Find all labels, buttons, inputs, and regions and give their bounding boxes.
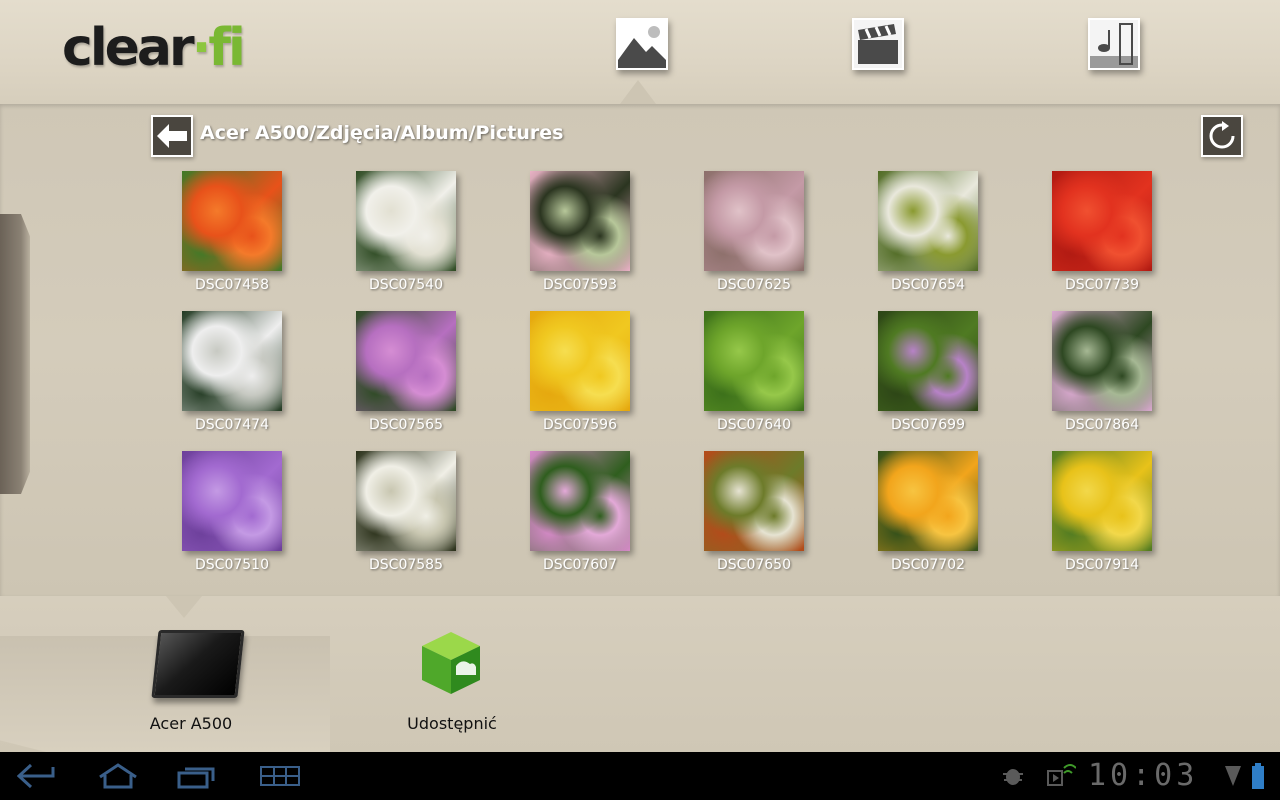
- thumbnail-label: DSC07654: [891, 277, 965, 293]
- share-cube-icon: [422, 632, 480, 694]
- thumbnail-label: DSC07702: [891, 557, 965, 573]
- photo-thumbnail[interactable]: DSC07540: [356, 171, 456, 293]
- thumbnail-label: DSC07640: [717, 417, 791, 433]
- photo-thumbnail[interactable]: DSC07654: [878, 171, 978, 293]
- signal-icon[interactable]: [1224, 760, 1242, 792]
- photo-thumbnail[interactable]: DSC07702: [878, 451, 978, 573]
- clock[interactable]: 10:03: [1088, 758, 1198, 793]
- device-label: Udostępnić: [407, 714, 497, 733]
- photo-thumbnail[interactable]: DSC07864: [1052, 311, 1152, 433]
- thumbnail-grid: DSC07458 DSC07540 DSC07593 DSC07625 DSC07654…: [182, 171, 1152, 573]
- logo-dot: ·: [191, 18, 212, 78]
- thumbnail-image: [182, 451, 282, 551]
- photo-thumbnail[interactable]: DSC07510: [182, 451, 282, 573]
- thumbnail-label: DSC07914: [1065, 557, 1139, 573]
- photo-thumbnail[interactable]: DSC07650: [704, 451, 804, 573]
- thumbnail-image: [1052, 171, 1152, 271]
- thumbnail-image: [704, 311, 804, 411]
- thumbnail-label: DSC07510: [195, 557, 269, 573]
- thumbnail-label: DSC07739: [1065, 277, 1139, 293]
- thumbnail-image: [1052, 311, 1152, 411]
- system-navigation-bar: 10:03: [0, 752, 1280, 800]
- thumbnail-image: [356, 311, 456, 411]
- photo-thumbnail[interactable]: DSC07565: [356, 311, 456, 433]
- photo-thumbnail[interactable]: DSC07625: [704, 171, 804, 293]
- tab-photos[interactable]: [616, 18, 668, 70]
- device-label: Acer A500: [149, 714, 233, 733]
- thumbnail-label: DSC07585: [369, 557, 443, 573]
- tab-video[interactable]: [852, 18, 904, 70]
- battery-icon[interactable]: [1250, 760, 1266, 792]
- recent-apps-icon[interactable]: [176, 760, 218, 792]
- thumbnail-label: DSC07864: [1065, 417, 1139, 433]
- refresh-button[interactable]: [1201, 115, 1243, 157]
- thumbnail-image: [356, 171, 456, 271]
- thumbnail-image: [1052, 451, 1152, 551]
- thumbnail-label: DSC07540: [369, 277, 443, 293]
- thumbnail-image: [878, 171, 978, 271]
- photo-thumbnail[interactable]: DSC07474: [182, 311, 282, 433]
- thumbnail-label: DSC07699: [891, 417, 965, 433]
- thumbnail-image: [878, 451, 978, 551]
- thumbnail-label: DSC07593: [543, 277, 617, 293]
- thumbnail-image: [530, 171, 630, 271]
- thumbnail-label: DSC07474: [195, 417, 269, 433]
- photo-thumbnail[interactable]: DSC07458: [182, 171, 282, 293]
- thumbnail-image: [878, 311, 978, 411]
- active-tab-indicator: [620, 80, 656, 104]
- thumbnail-image: [704, 451, 804, 551]
- logo-text-accent: fi: [208, 18, 245, 78]
- thumbnail-image: [356, 451, 456, 551]
- arrow-left-icon: [157, 124, 187, 148]
- thumbnail-label: DSC07650: [717, 557, 791, 573]
- refresh-icon: [1209, 121, 1235, 149]
- photo-thumbnail[interactable]: DSC07585: [356, 451, 456, 573]
- back-icon[interactable]: [16, 760, 58, 792]
- music-note-icon: [1090, 20, 1138, 68]
- clearfi-logo: clear·fi: [62, 18, 246, 78]
- thumbnail-image: [182, 171, 282, 271]
- thumbnail-label: DSC07596: [543, 417, 617, 433]
- folder-path: Acer A500/Zdjęcia/Album/Pictures: [200, 122, 564, 144]
- thumbnail-image: [530, 311, 630, 411]
- tab-music[interactable]: [1088, 18, 1140, 70]
- photo-thumbnail[interactable]: DSC07596: [530, 311, 630, 433]
- side-drawer-handle[interactable]: [0, 104, 36, 596]
- clapperboard-icon: [854, 20, 902, 68]
- menu-grid-icon[interactable]: [258, 760, 302, 792]
- photo-thumbnail[interactable]: DSC07607: [530, 451, 630, 573]
- tablet-device-icon: [151, 630, 245, 698]
- photo-icon: [618, 20, 666, 68]
- thumbnail-label: DSC07625: [717, 277, 791, 293]
- photo-thumbnail[interactable]: DSC07739: [1052, 171, 1152, 293]
- photo-thumbnail[interactable]: DSC07640: [704, 311, 804, 433]
- thumbnail-image: [704, 171, 804, 271]
- photo-thumbnail[interactable]: DSC07914: [1052, 451, 1152, 573]
- android-debug-icon[interactable]: [1000, 760, 1026, 792]
- thumbnail-image: [530, 451, 630, 551]
- selected-device-indicator: [166, 596, 202, 618]
- back-folder-button[interactable]: [151, 115, 193, 157]
- photo-thumbnail[interactable]: DSC07699: [878, 311, 978, 433]
- thumbnail-label: DSC07458: [195, 277, 269, 293]
- thumbnail-label: DSC07565: [369, 417, 443, 433]
- home-icon[interactable]: [96, 760, 140, 792]
- thumbnail-label: DSC07607: [543, 557, 617, 573]
- logo-text-main: clear: [62, 18, 195, 78]
- thumbnail-image: [182, 311, 282, 411]
- media-share-status-icon[interactable]: [1046, 760, 1076, 792]
- photo-thumbnail[interactable]: DSC07593: [530, 171, 630, 293]
